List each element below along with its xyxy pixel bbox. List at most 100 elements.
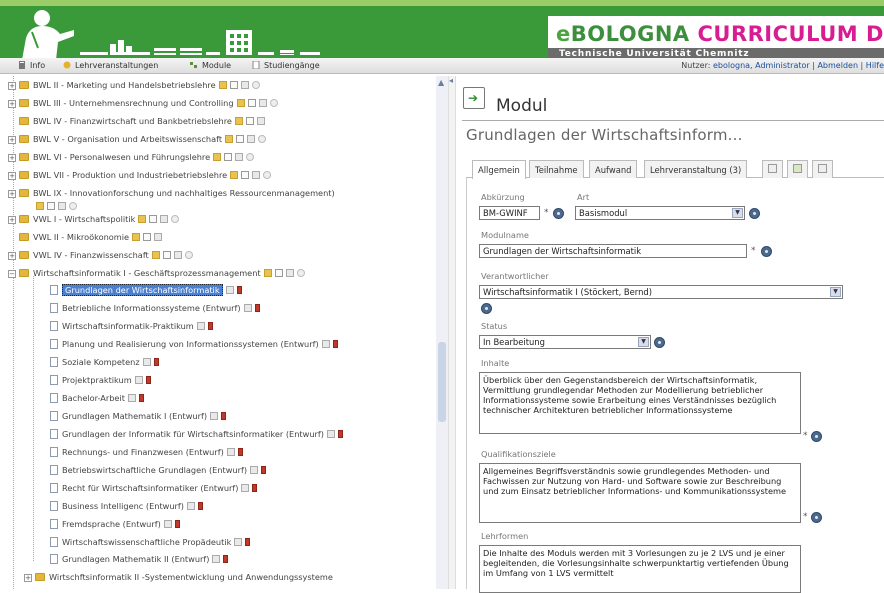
lehrformen-textarea[interactable]: Die Inhalte des Moduls werden mit 3 Vorl… — [479, 545, 801, 593]
tree-node-label[interactable]: BWL VI - Personalwesen und Führungslehre — [33, 152, 210, 162]
settings-icon[interactable] — [258, 135, 267, 143]
paste-icon[interactable] — [321, 340, 330, 348]
paste-icon[interactable] — [163, 520, 172, 528]
delete-icon[interactable] — [145, 376, 151, 384]
expand-toggle[interactable]: + — [8, 252, 16, 260]
tree-node[interactable]: + BWL IX - Innovationforschung und nachha… — [8, 188, 335, 201]
document-add-icon[interactable] — [241, 171, 250, 179]
tree-leaf-label[interactable]: Grundlagen der Wirtschaftsinformatik — [62, 284, 223, 296]
panel-splitter[interactable]: ◂ — [448, 76, 456, 589]
folder-add-icon[interactable] — [213, 153, 222, 161]
tree-leaf[interactable]: Business Intelligenc (Entwurf) — [50, 501, 206, 514]
paste-icon[interactable] — [187, 502, 196, 510]
tab-copy[interactable] — [762, 160, 783, 178]
folder-add-icon[interactable] — [138, 215, 147, 223]
help-icon[interactable] — [553, 208, 564, 219]
delete-icon[interactable] — [236, 286, 242, 294]
folder-add-icon[interactable] — [230, 171, 239, 179]
tree-node-label[interactable]: VWL IV - Finanzwissenschaft — [33, 250, 149, 260]
help-icon[interactable] — [481, 303, 492, 314]
tree-leaf-label[interactable]: Soziale Kompetenz — [62, 357, 140, 367]
tab-lehrveranstaltung[interactable]: Lehrveranstaltung (3) — [644, 160, 748, 178]
document-add-icon[interactable] — [274, 269, 283, 277]
paste-icon[interactable] — [250, 466, 259, 474]
paste-icon[interactable] — [134, 376, 143, 384]
tree-node-label[interactable]: VWL I - Wirtschaftspolitik — [33, 214, 135, 224]
tab-teilnahme[interactable]: Teilnahme — [529, 160, 584, 178]
abkuerzung-input[interactable]: BM-GWINF — [479, 206, 540, 220]
scroll-up-icon[interactable]: ▲ — [438, 78, 444, 87]
help-icon[interactable] — [811, 431, 822, 442]
tree-node-label[interactable]: BWL III - Unternehmensrechnung und Contr… — [33, 98, 234, 108]
expand-toggle[interactable]: + — [8, 82, 16, 90]
help-icon[interactable] — [749, 208, 760, 219]
folder-add-icon[interactable] — [234, 117, 243, 125]
inhalte-textarea[interactable]: Überblick über den Gegenstandsbereich de… — [479, 372, 801, 434]
paste-icon[interactable] — [173, 251, 182, 259]
tree-leaf[interactable]: Grundlagen Mathematik II (Entwurf) — [50, 554, 231, 567]
delete-icon[interactable] — [138, 394, 144, 402]
delete-icon[interactable] — [245, 538, 251, 546]
delete-icon[interactable] — [223, 555, 229, 563]
tree-node[interactable]: − Wirtschaftsinformatik I - Geschäftsproz… — [8, 268, 308, 281]
user-name-link[interactable]: ebologna, Administrator — [713, 61, 810, 70]
tree-node-label[interactable]: VWL II - Mikroökonomie — [33, 232, 129, 242]
tree-node[interactable]: + BWL VII - Produktion und Industriebetri… — [8, 170, 274, 183]
help-icon[interactable] — [811, 512, 822, 523]
settings-icon[interactable] — [296, 269, 305, 277]
tree-leaf[interactable]: Betriebliche Informationssysteme (Entwur… — [50, 303, 263, 316]
tree-leaf-label[interactable]: Fremdsprache (Entwurf) — [62, 519, 161, 529]
settings-icon[interactable] — [263, 171, 272, 179]
tree-node[interactable]: VWL II - Mikroökonomie — [19, 232, 165, 245]
tree-node-label[interactable]: BWL IV - Finanzwirtschaft und Bankbetrie… — [33, 116, 232, 126]
status-select[interactable]: In Bearbeitung ▼ — [479, 335, 651, 349]
tree-node-label[interactable]: Wirtschftsinformatik II -Systementwicklu… — [49, 572, 333, 582]
expand-toggle[interactable]: + — [8, 172, 16, 180]
tab-aufwand[interactable]: Aufwand — [589, 160, 638, 178]
paste-icon[interactable] — [243, 304, 252, 312]
chevron-down-icon[interactable]: ▼ — [830, 287, 841, 297]
tree-node[interactable]: BWL IV - Finanzwirtschaft und Bankbetrie… — [19, 116, 268, 129]
tree-node[interactable]: + VWL I - Wirtschaftspolitik — [8, 214, 182, 227]
paste-icon[interactable] — [226, 448, 235, 456]
settings-icon[interactable] — [69, 202, 77, 210]
tree-leaf[interactable]: Recht für Wirtschaftsinformatiker (Entwu… — [50, 483, 260, 496]
tree-node[interactable]: + VWL IV - Finanzwissenschaft — [8, 250, 196, 263]
settings-icon[interactable] — [184, 251, 193, 259]
paste-icon[interactable] — [196, 322, 205, 330]
document-add-icon[interactable] — [224, 153, 233, 161]
tree-leaf[interactable]: Soziale Kompetenz — [50, 357, 162, 370]
scrollbar-thumb[interactable] — [438, 342, 446, 422]
tree-leaf[interactable]: Planung und Realisierung von Information… — [50, 339, 341, 352]
tree-leaf-label[interactable]: Betriebswirtschaftliche Grundlagen (Entw… — [62, 465, 247, 475]
folder-add-icon[interactable] — [36, 202, 44, 210]
settings-icon[interactable] — [269, 99, 278, 107]
document-add-icon[interactable] — [236, 135, 245, 143]
tree-leaf-label[interactable]: Recht für Wirtschaftsinformatiker (Entwu… — [62, 483, 238, 493]
settings-icon[interactable] — [246, 153, 255, 161]
paste-icon[interactable] — [258, 99, 267, 107]
tree-leaf-label[interactable]: Planung und Realisierung von Information… — [62, 339, 319, 349]
delete-icon[interactable] — [153, 358, 159, 366]
folder-add-icon[interactable] — [151, 251, 160, 259]
document-add-icon[interactable] — [47, 202, 55, 210]
delete-icon[interactable] — [221, 412, 227, 420]
paste-icon[interactable] — [154, 233, 163, 241]
tree-leaf-label[interactable]: Grundlagen Mathematik II (Entwurf) — [62, 554, 209, 564]
folder-add-icon[interactable] — [263, 269, 272, 277]
delete-icon[interactable] — [207, 322, 213, 330]
expand-toggle[interactable]: + — [8, 154, 16, 162]
tree-leaf[interactable]: Grundlagen Mathematik I (Entwurf) — [50, 411, 229, 424]
paste-icon[interactable] — [212, 555, 221, 563]
document-add-icon[interactable] — [143, 233, 152, 241]
expand-toggle[interactable]: + — [8, 100, 16, 108]
tree-leaf-label[interactable]: Grundlagen Mathematik I (Entwurf) — [62, 411, 207, 421]
tree-node-label[interactable]: BWL II - Marketing und Handelsbetriebsle… — [33, 80, 216, 90]
paste-icon[interactable] — [241, 484, 250, 492]
delete-icon[interactable] — [252, 484, 258, 492]
tab-edit[interactable] — [812, 160, 833, 178]
tree-node-label[interactable]: BWL V - Organisation und Arbeitswissensc… — [33, 134, 222, 144]
document-add-icon[interactable] — [229, 81, 238, 89]
menu-info[interactable]: Info — [18, 61, 45, 70]
delete-icon[interactable] — [237, 448, 243, 456]
